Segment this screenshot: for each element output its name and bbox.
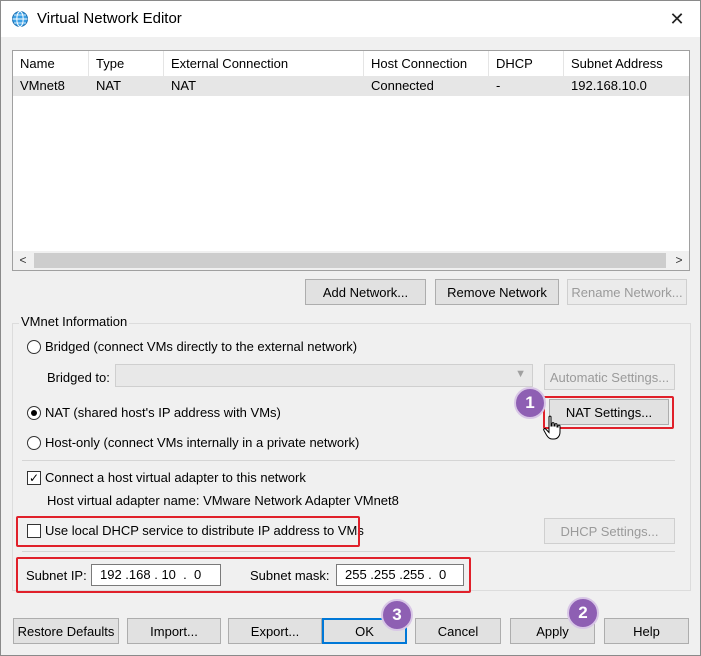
restore-defaults-button[interactable]: Restore Defaults [13, 618, 119, 644]
close-icon[interactable]: ✕ [654, 1, 700, 37]
connect-adapter-checkbox[interactable]: ✓ [27, 471, 41, 485]
bridged-to-label: Bridged to: [47, 370, 110, 385]
horizontal-scrollbar[interactable]: < > [13, 251, 689, 270]
column-header-subnet-address[interactable]: Subnet Address [564, 51, 689, 76]
group-title: VMnet Information [19, 314, 130, 329]
hostonly-radio[interactable] [27, 436, 41, 450]
hostonly-label[interactable]: Host-only (connect VMs internally in a p… [45, 435, 359, 450]
nat-radio[interactable] [27, 406, 41, 420]
help-button[interactable]: Help [604, 618, 689, 644]
remove-network-button[interactable]: Remove Network [435, 279, 559, 305]
virtual-network-editor-window: Virtual Network Editor ✕ Name Type Exter… [0, 0, 701, 656]
cell-dhcp: - [496, 78, 501, 93]
import-button[interactable]: Import... [127, 618, 221, 644]
chevron-down-icon: ▼ [515, 368, 526, 380]
hand-pointer-icon [543, 415, 561, 440]
window-title: Virtual Network Editor [37, 10, 182, 27]
bridged-to-dropdown[interactable]: ▼ [115, 364, 533, 387]
cancel-button[interactable]: Cancel [415, 618, 501, 644]
dhcp-settings-button[interactable]: DHCP Settings... [544, 518, 675, 544]
nat-label[interactable]: NAT (shared host's IP address with VMs) [45, 405, 281, 420]
cell-external-connection: NAT [171, 78, 197, 93]
step-badge-2: 2 [567, 597, 599, 629]
cell-type: NAT [96, 78, 122, 93]
column-header-type[interactable]: Type [89, 51, 164, 76]
column-header-dhcp[interactable]: DHCP [489, 51, 564, 76]
automatic-settings-button[interactable]: Automatic Settings... [544, 364, 675, 390]
title-bar: Virtual Network Editor ✕ [1, 1, 700, 37]
cell-host-connection: Connected [371, 78, 434, 93]
divider [22, 460, 675, 461]
add-network-button[interactable]: Add Network... [305, 279, 426, 305]
export-button[interactable]: Export... [228, 618, 322, 644]
radio-selected-dot [31, 410, 37, 416]
cell-subnet-address: 192.168.10.0 [571, 78, 647, 93]
subnet-highlight [16, 557, 471, 593]
column-header-host-connection[interactable]: Host Connection [364, 51, 489, 76]
step-badge-3: 3 [381, 599, 413, 631]
rename-network-button[interactable]: Rename Network... [567, 279, 687, 305]
globe-network-icon [12, 11, 28, 27]
dhcp-highlight [16, 516, 360, 547]
column-header-name[interactable]: Name [13, 51, 89, 76]
table-row[interactable]: VMnet8 NAT NAT Connected - 192.168.10.0 [13, 76, 689, 96]
column-header-external-connection[interactable]: External Connection [164, 51, 364, 76]
scroll-left-icon[interactable]: < [13, 251, 33, 270]
scroll-thumb[interactable] [34, 253, 666, 268]
connect-adapter-label[interactable]: Connect a host virtual adapter to this n… [45, 470, 306, 485]
adapter-name-text: Host virtual adapter name: VMware Networ… [47, 493, 399, 508]
table-header: Name Type External Connection Host Conne… [13, 51, 689, 76]
cell-name: VMnet8 [20, 78, 65, 93]
network-list-table[interactable]: Name Type External Connection Host Conne… [12, 50, 690, 271]
bridged-label[interactable]: Bridged (connect VMs directly to the ext… [45, 339, 357, 354]
scroll-right-icon[interactable]: > [669, 251, 689, 270]
divider [22, 551, 675, 552]
bridged-radio[interactable] [27, 340, 41, 354]
